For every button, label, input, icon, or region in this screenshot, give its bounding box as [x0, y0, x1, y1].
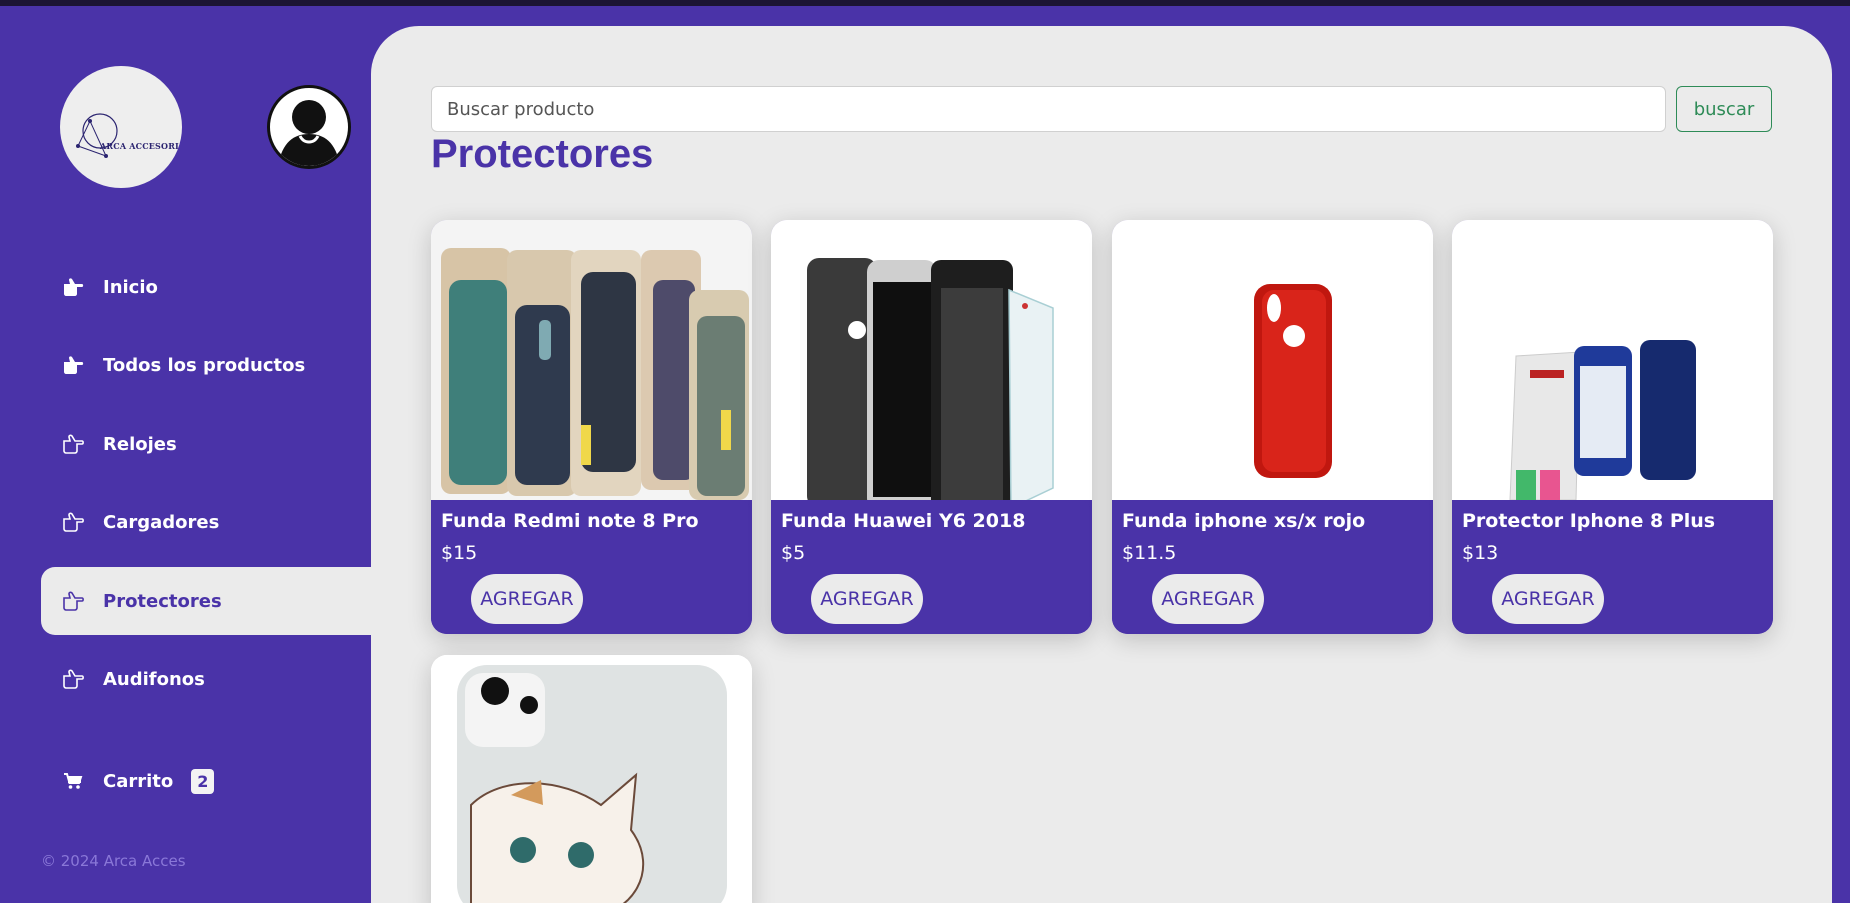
sidebar-item-label: Inicio: [103, 276, 158, 298]
sidebar-item-relojes[interactable]: Relojes: [41, 410, 371, 478]
sidebar-item-label: Cargadores: [103, 511, 220, 533]
product-price: $5: [781, 542, 806, 564]
brand-logo[interactable]: ARCA ACCESORIOS: [60, 66, 182, 188]
logo-text: ARCA ACCESORIOS: [100, 141, 182, 151]
add-to-cart-button[interactable]: AGREGAR: [471, 574, 583, 624]
redmi-cases-image: [431, 220, 752, 500]
sidebar: ARCA ACCESORIOS Inicio Todos los product…: [0, 6, 371, 903]
sidebar-item-inicio[interactable]: Inicio: [41, 253, 371, 321]
product-card: Funda iphone xs/x rojo $11.5 AGREGAR: [1112, 220, 1433, 634]
cart-count-badge: 2: [191, 768, 215, 794]
iphone-protector-image: [1452, 220, 1773, 500]
product-image: [771, 220, 1092, 500]
product-info: Funda iphone xs/x rojo $11.5 AGREGAR: [1112, 500, 1433, 634]
sidebar-item-protectores[interactable]: Protectores: [41, 567, 371, 635]
product-info: Funda Redmi note 8 Pro $15 AGREGAR: [431, 500, 752, 634]
sidebar-item-todos-los-productos[interactable]: Todos los productos: [41, 331, 371, 399]
user-avatar-icon: [278, 100, 340, 166]
sidebar-item-cargadores[interactable]: Cargadores: [41, 488, 371, 556]
product-info: Funda Huawei Y6 2018 $5 AGREGAR: [771, 500, 1092, 634]
hand-point-right-outline-icon: [61, 589, 85, 613]
product-name: Funda Huawei Y6 2018: [781, 510, 1026, 532]
product-price: $11.5: [1122, 542, 1177, 564]
product-price: $13: [1462, 542, 1499, 564]
product-image: [431, 220, 752, 500]
sidebar-item-label: Carrito: [103, 770, 174, 792]
add-to-cart-button[interactable]: AGREGAR: [811, 574, 923, 624]
copyright-text: © 2024 Arca Acces: [41, 852, 186, 870]
product-card: [431, 655, 752, 903]
product-name: Funda iphone xs/x rojo: [1122, 510, 1366, 532]
sidebar-item-label: Audifonos: [103, 668, 205, 690]
product-image: [431, 655, 752, 903]
sidebar-item-audifonos[interactable]: Audifonos: [41, 645, 371, 713]
shopping-cart-icon: [61, 769, 85, 793]
product-name: Funda Redmi note 8 Pro: [441, 510, 699, 532]
hand-point-right-outline-icon: [61, 510, 85, 534]
main-panel: buscar Protectores Funda Redmi: [371, 26, 1832, 903]
search-button[interactable]: buscar: [1676, 86, 1772, 132]
product-image: [1452, 220, 1773, 500]
add-to-cart-button[interactable]: AGREGAR: [1492, 574, 1604, 624]
hand-point-right-solid-icon: [61, 275, 85, 299]
sidebar-item-label: Todos los productos: [103, 354, 306, 376]
search-input[interactable]: [431, 86, 1666, 132]
product-image: [1112, 220, 1433, 500]
product-price: $15: [441, 542, 478, 564]
product-name: Protector Iphone 8 Plus: [1462, 510, 1716, 532]
hand-point-right-outline-icon: [61, 667, 85, 691]
user-avatar[interactable]: [267, 85, 351, 169]
product-card: Protector Iphone 8 Plus $13 AGREGAR: [1452, 220, 1773, 634]
hand-point-right-solid-icon: [61, 353, 85, 377]
logo-graphic: [76, 113, 118, 158]
sidebar-item-carrito[interactable]: Carrito 2: [41, 747, 371, 815]
product-card: Funda Huawei Y6 2018 $5 AGREGAR: [771, 220, 1092, 634]
iphone-red-case-image: [1112, 220, 1433, 500]
hand-point-right-outline-icon: [61, 432, 85, 456]
sidebar-item-label: Relojes: [103, 433, 177, 455]
page-title: Protectores: [431, 132, 654, 176]
huawei-case-image: [771, 220, 1092, 500]
add-to-cart-button[interactable]: AGREGAR: [1152, 574, 1264, 624]
product-info: Protector Iphone 8 Plus $13 AGREGAR: [1452, 500, 1773, 634]
product-card: Funda Redmi note 8 Pro $15 AGREGAR: [431, 220, 752, 634]
cat-case-image: [431, 655, 752, 903]
sidebar-item-label: Protectores: [103, 590, 222, 612]
